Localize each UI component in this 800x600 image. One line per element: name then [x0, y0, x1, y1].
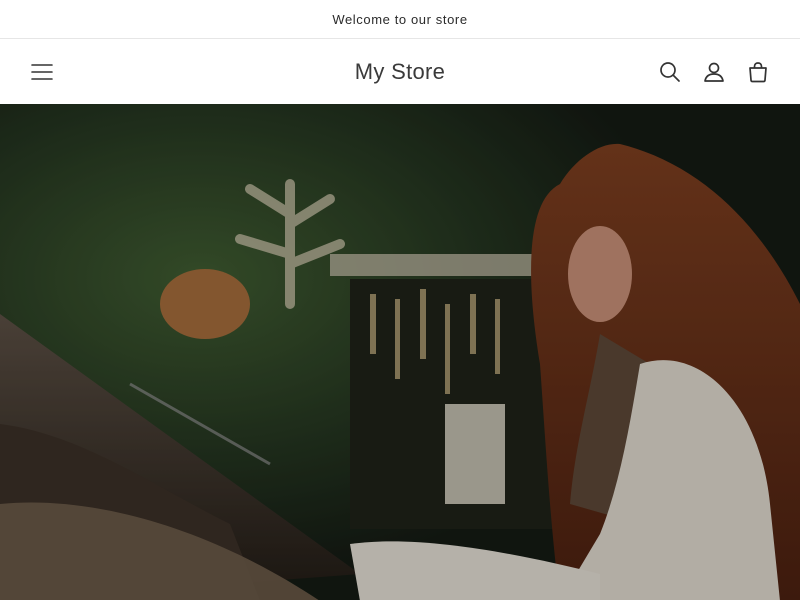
cart-icon: [749, 61, 767, 82]
hero-banner: [0, 104, 800, 600]
menu-button[interactable]: [30, 60, 54, 84]
hamburger-menu-icon: [31, 63, 53, 80]
search-icon: [660, 61, 680, 82]
account-icon: [704, 62, 724, 82]
hero-image: [0, 104, 800, 600]
search-button[interactable]: [658, 60, 682, 84]
header-actions: [658, 60, 770, 84]
announcement-text: Welcome to our store: [332, 11, 468, 27]
cart-button[interactable]: [746, 60, 770, 84]
store-title-link[interactable]: My Store: [355, 59, 445, 85]
site-header: My Store: [0, 39, 800, 104]
announcement-bar: Welcome to our store: [0, 0, 800, 39]
account-button[interactable]: [702, 60, 726, 84]
